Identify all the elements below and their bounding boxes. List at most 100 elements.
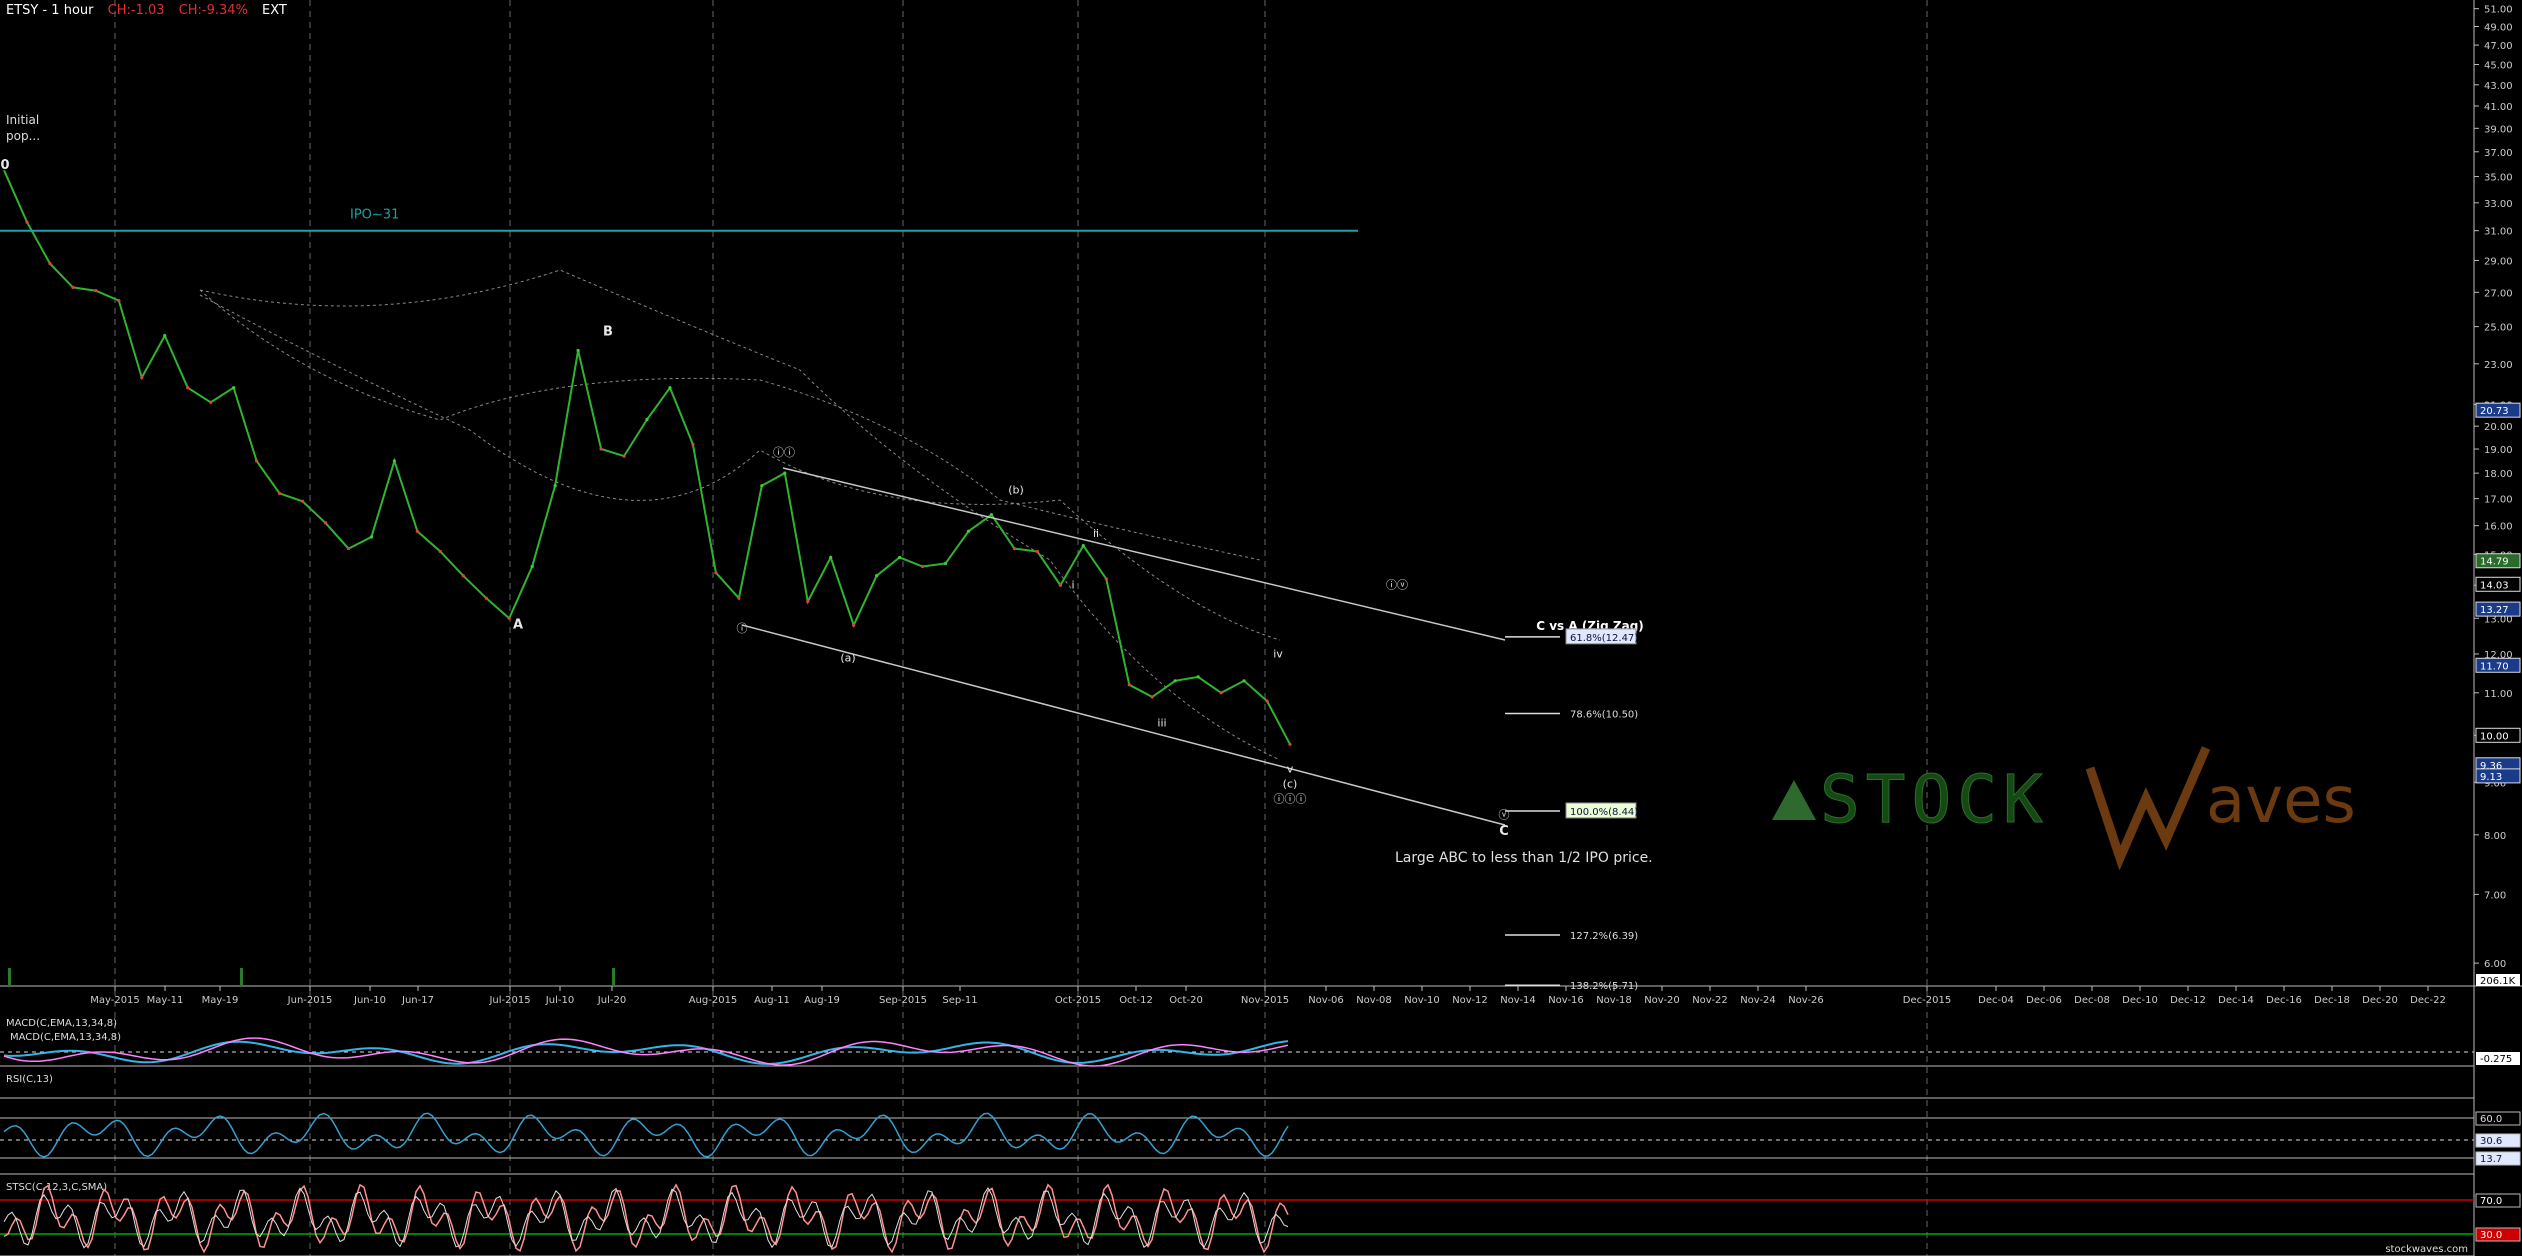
fib-level-label: 78.6%(10.50) [1570,710,1638,721]
x-tick-label: Dec-08 [2074,995,2110,1006]
abc-note: Large ABC to less than 1/2 IPO price. [1395,850,1653,866]
date-axis: May-2015 May-11 May-19 Jun-2015 Jun-10 Jun-17… [90,986,2446,1006]
x-tick-label: Oct-12 [1119,995,1153,1006]
wave-label: C [1499,824,1509,839]
price-point [140,376,144,380]
rsi-level-tag: 30.6 [2480,1136,2502,1147]
price-point [875,574,879,578]
fib-levels: 61.8%(12.47) 78.6%(10.50) 100.0%(8.44) 127.… [1505,628,1638,992]
price-tag-label: 13.27 [2480,605,2509,616]
session-label: EXT [262,3,287,18]
price-point [277,491,282,496]
x-tick-label: Dec-20 [2362,995,2398,1006]
price-point [1196,675,1200,679]
x-tick-label: May-11 [147,995,184,1006]
price-point [209,400,213,404]
volume-bar [8,968,11,986]
price-point [186,386,190,390]
macd-label-1: MACD(C,EMA,13,34,8) [6,1018,117,1029]
x-tick-label: Nov-22 [1692,995,1728,1006]
stoch-level-tag: 30.0 [2480,1230,2502,1241]
price-tag-label: 14.79 [2480,557,2509,568]
rsi-label: RSI(C,13) [6,1074,53,1085]
x-tick-label: Nov-06 [1308,995,1344,1006]
price-point [829,555,833,560]
y-tick-label: 7.00 [2484,890,2506,901]
y-tick-label: 18.00 [2484,469,2513,480]
price-point [852,623,856,627]
x-tick-label: Dec-14 [2218,995,2254,1006]
y-tick-label: 49.00 [2484,23,2513,34]
price-point [599,447,603,451]
y-tick-label: 29.00 [2484,256,2513,267]
wave-label: ii [1093,527,1099,540]
symbol-label: ETSY - 1 hour [6,3,94,18]
price-point [232,386,236,390]
price-point [255,459,259,463]
x-tick-label: May-19 [202,995,239,1006]
wave-label: (b) [1008,483,1024,496]
ipo-label: IPO~31 [350,208,399,223]
x-tick-label: Dec-06 [2026,995,2062,1006]
x-tick-label: Dec-10 [2122,995,2158,1006]
watermark-w-mark [2085,746,2211,870]
price-point [645,417,649,422]
y-tick-label: 27.00 [2484,288,2513,299]
x-tick-label: Nov-12 [1452,995,1488,1006]
change-pct: CH:-9.34% [178,3,248,18]
price-tag-label: 9.13 [2480,772,2502,783]
price-point [691,442,695,446]
y-tick-label: 37.00 [2484,148,2513,159]
y-tick-label: 23.00 [2484,360,2513,371]
x-tick-label: Nov-2015 [1241,995,1289,1006]
price-point [438,549,442,554]
macd-signal-line [3,1040,1289,1065]
y-tick-label: 35.00 [2484,173,2513,184]
price-point [461,574,465,578]
volume-tag-label: 206.1K [2480,976,2516,987]
chart-canvas: IPO~31Initialpop...0ABⓘⓘⓘ(a)(b)iiiiiiivv… [0,0,2522,1256]
price-point [94,289,98,293]
price-point [806,599,810,604]
y-tick-label: 6.00 [2484,959,2506,970]
x-tick-label: Nov-20 [1644,995,1680,1006]
price-point [1104,577,1108,581]
price-point [323,521,328,525]
wave-label: ⓘⓥ [1386,578,1408,591]
x-tick-label: Sep-11 [942,995,977,1006]
price-line [3,169,1291,745]
wave-label: i [1071,578,1074,591]
x-tick-label: Aug-19 [804,995,840,1006]
volume-bar [612,968,615,986]
y-tick-label: 8.00 [2484,831,2506,842]
rsi-line [3,1112,1289,1158]
y-tick-label: 43.00 [2484,81,2513,92]
volume-bar [240,968,243,986]
wave-label: A [513,618,523,633]
y-tick-label: 47.00 [2484,41,2513,52]
price-point [898,555,902,560]
y-tick-label: 39.00 [2484,124,2513,135]
y-tick-label: 41.00 [2484,102,2513,113]
band-lower [199,289,1261,561]
price-point [1219,691,1223,695]
price-tag-label: 20.73 [2480,406,2509,417]
x-tick-label: Dec-12 [2170,995,2206,1006]
y-tick-label: 16.00 [2484,522,2513,533]
fib-level-label: 61.8%(12.47) [1570,633,1638,644]
y-tick-label: 51.00 [2484,5,2513,16]
x-tick-label: Jun-2015 [287,995,333,1006]
price-point [1127,683,1131,687]
wave-label: ⓘ [737,622,748,635]
wave-label: iii [1157,716,1166,729]
price-point [622,454,626,458]
price-point [369,535,374,539]
x-tick-label: Jun-17 [401,995,434,1006]
price-point [1265,699,1269,703]
price-point [737,596,741,600]
watermark-brand: STOCK [1820,761,2049,838]
price-point [1288,742,1292,746]
price-point [507,616,511,620]
channel-upper-line [782,467,1506,641]
price-point [1150,695,1154,699]
